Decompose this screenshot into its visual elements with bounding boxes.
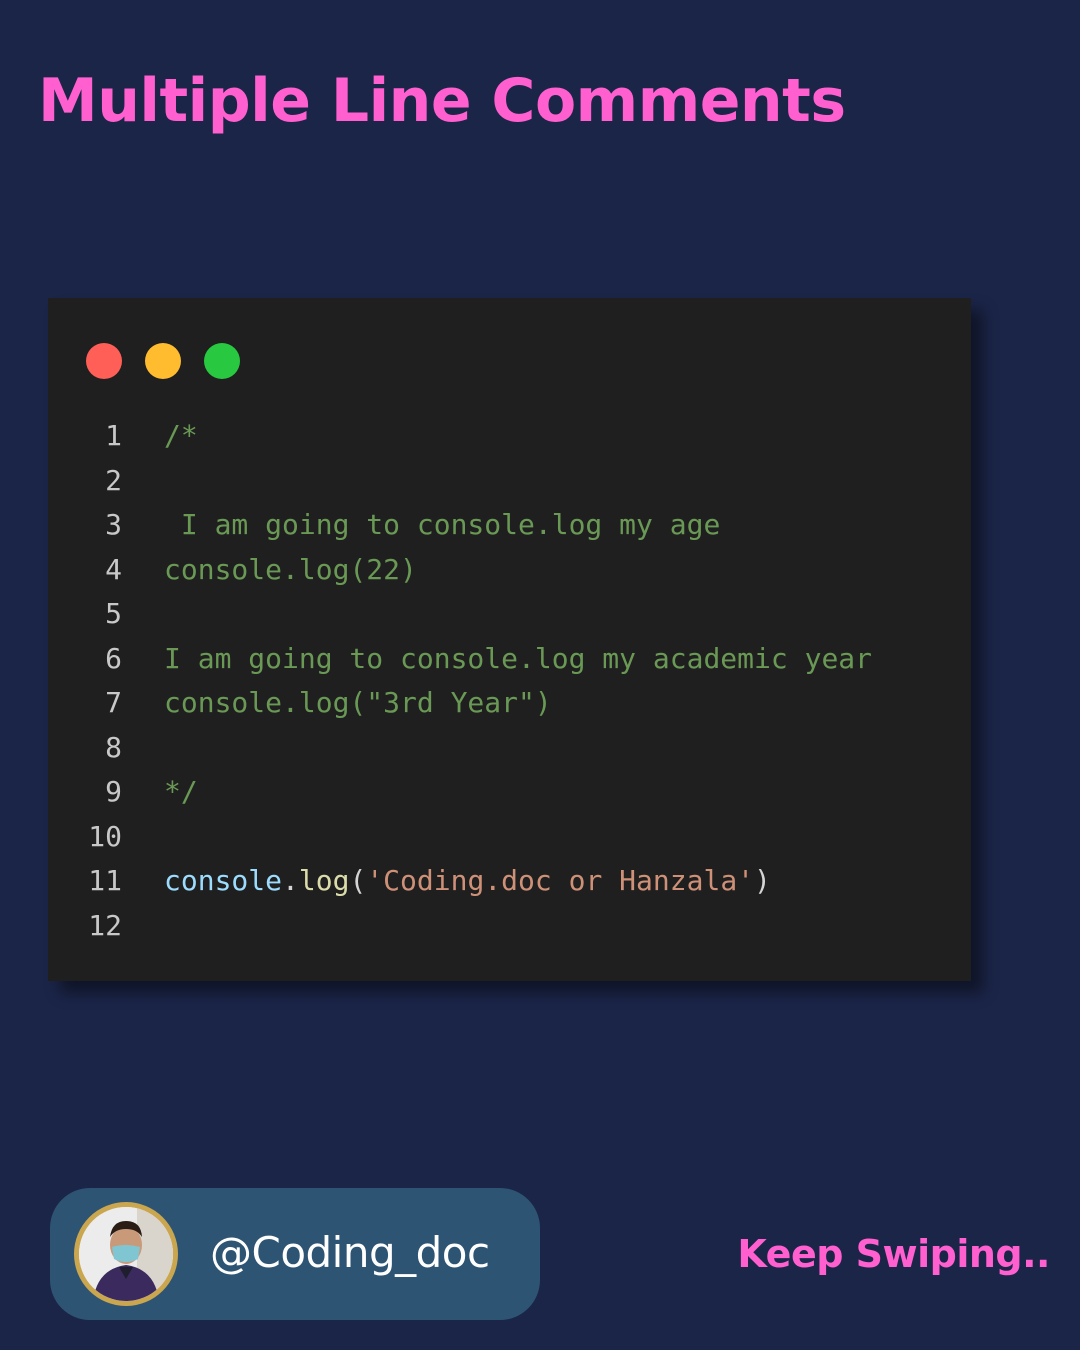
window-controls (86, 343, 240, 379)
code-block: 1 /* 2 3 I am going to console.log my age 4 c… (82, 414, 872, 948)
line-number: 2 (105, 463, 122, 497)
code-token: ( (349, 864, 367, 897)
code-line: 12 (82, 904, 872, 949)
code-token: 'Coding.doc or Hanzala' (366, 864, 755, 897)
line-number: 8 (105, 730, 122, 764)
code-line: 8 (82, 726, 872, 771)
code-token: /* (164, 419, 198, 452)
line-number: 6 (105, 641, 122, 675)
code-token: */ (164, 775, 198, 808)
code-line: 6 I am going to console.log my academic y… (82, 637, 872, 682)
code-line: 10 (82, 815, 872, 860)
page-title: Multiple Line Comments (38, 66, 846, 136)
line-number: 1 (105, 419, 122, 452)
code-text: */ (164, 770, 198, 815)
line-number: 3 (105, 508, 122, 541)
code-line: 11 console.log('Coding.doc or Hanzala') (82, 859, 872, 904)
code-token: I am going to console.log my academic ye… (164, 641, 873, 675)
code-window: 1 /* 2 3 I am going to console.log my age 4 c… (48, 298, 971, 981)
keep-swiping-label: Keep Swiping.. (737, 1232, 1050, 1276)
code-line: 9 */ (82, 770, 872, 815)
code-token: log (298, 864, 350, 897)
code-text: console.log(22) (164, 548, 417, 593)
code-token: console (164, 864, 283, 897)
code-text: I am going to console.log my age (164, 503, 720, 548)
code-line: 4 console.log(22) (82, 548, 872, 593)
avatar-photo (79, 1207, 173, 1301)
line-number: 4 (105, 552, 122, 586)
minimize-dot-icon (145, 343, 181, 379)
code-line: 5 (82, 592, 872, 637)
code-text: console.log('Coding.doc or Hanzala') (164, 859, 771, 904)
code-line: 2 (82, 459, 872, 504)
code-text: console.log("3rd Year") (164, 681, 552, 726)
code-text: I am going to console.log my academic ye… (164, 637, 872, 682)
code-line: 3 I am going to console.log my age (82, 503, 872, 548)
code-token: . (282, 864, 299, 897)
line-number: 9 (105, 775, 122, 808)
close-dot-icon (86, 343, 122, 379)
maximize-dot-icon (204, 343, 240, 379)
line-number: 10 (88, 819, 122, 853)
line-number: 7 (105, 686, 122, 719)
line-number: 12 (88, 908, 122, 942)
code-line: 1 /* (82, 414, 872, 459)
profile-badge[interactable]: @Coding_doc (50, 1188, 540, 1320)
line-number: 5 (105, 597, 122, 630)
code-text: /* (164, 414, 198, 459)
code-token: I am going to console.log my age (164, 508, 721, 541)
code-token: ) (754, 864, 771, 897)
code-token: console.log("3rd Year") (164, 686, 552, 719)
profile-handle: @Coding_doc (210, 1228, 490, 1277)
person-icon (79, 1207, 173, 1301)
avatar (74, 1202, 178, 1306)
line-number: 11 (88, 864, 122, 897)
code-token: console.log(22) (164, 552, 417, 586)
code-line: 7 console.log("3rd Year") (82, 681, 872, 726)
